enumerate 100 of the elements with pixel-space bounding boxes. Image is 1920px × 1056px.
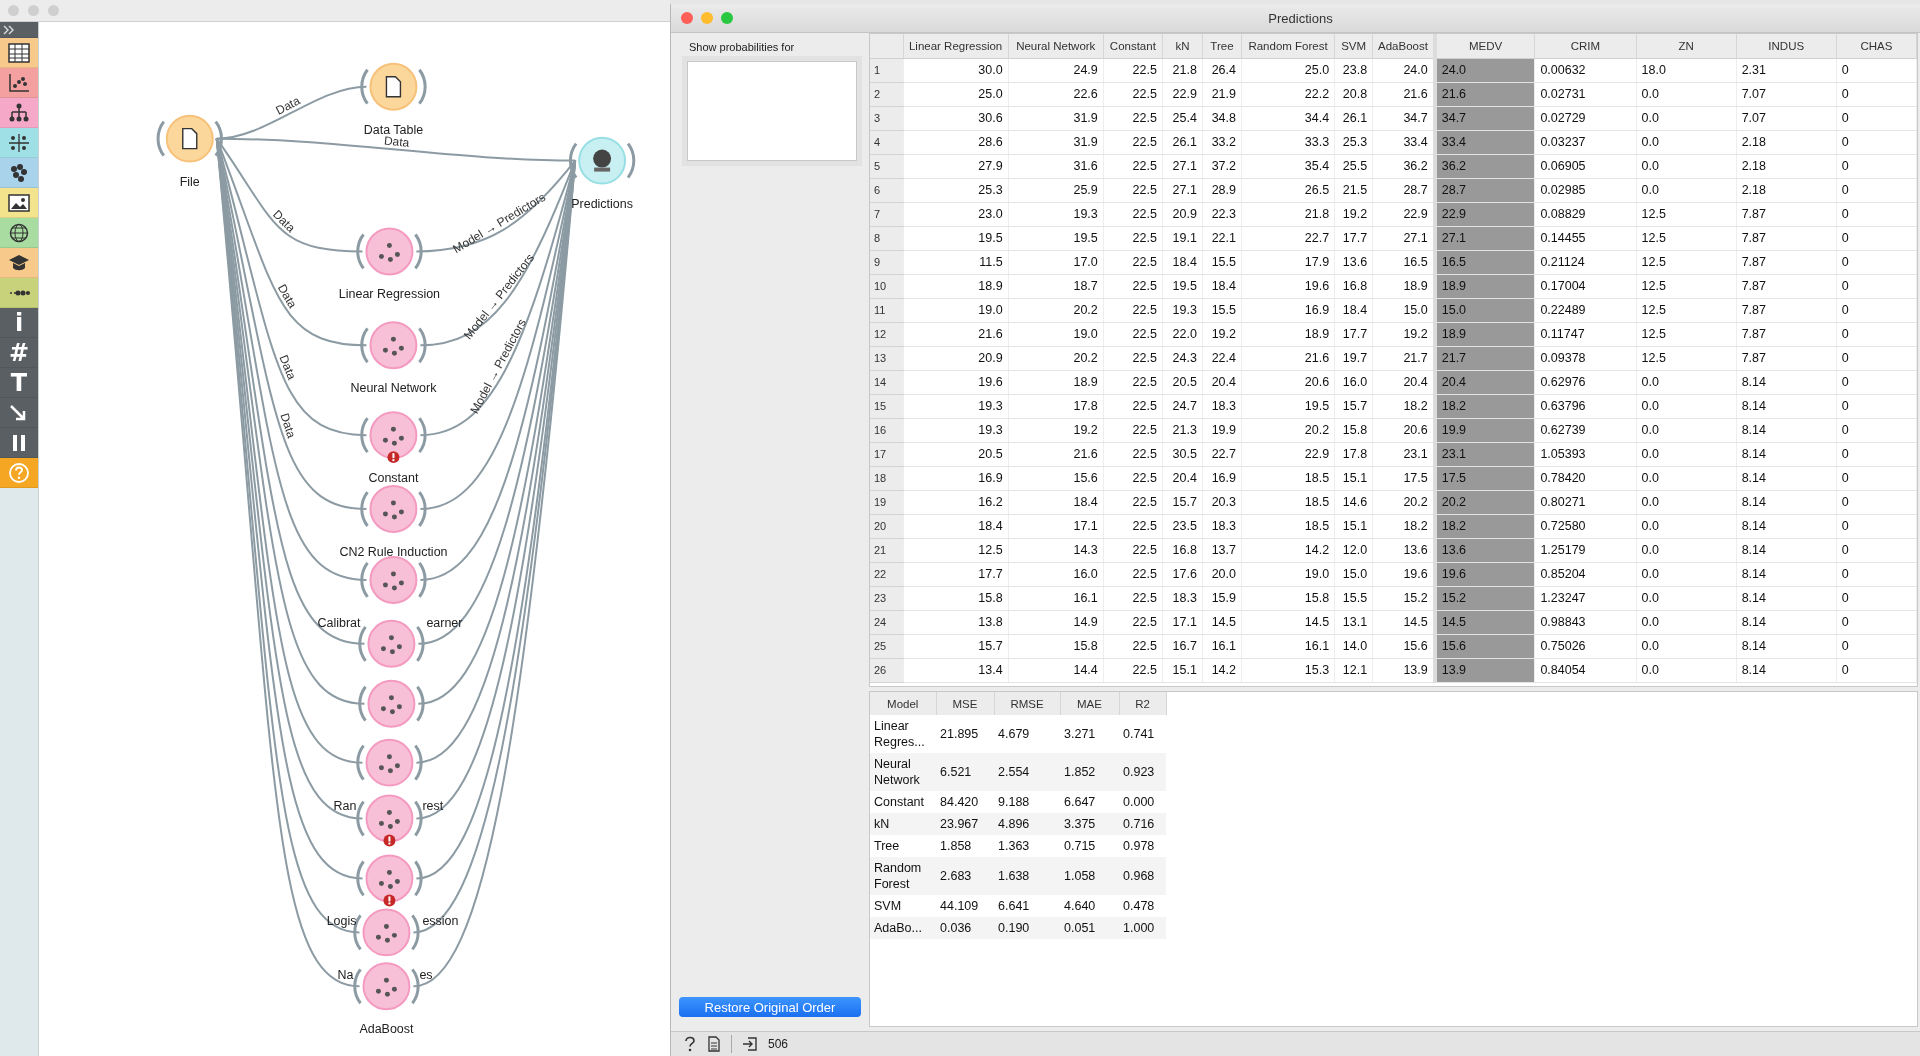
toolbar-button[interactable] xyxy=(0,128,38,158)
toolbar-button[interactable]: # xyxy=(0,338,38,368)
table-cell: 4.640 xyxy=(1060,895,1119,917)
column-header[interactable]: AdaBoost xyxy=(1372,34,1435,58)
widget-node[interactable] xyxy=(360,485,427,533)
column-header[interactable]: SVM xyxy=(1334,34,1373,58)
table-cell: 1.858 xyxy=(936,835,994,857)
column-header[interactable]: Tree xyxy=(1202,34,1242,58)
connection-line[interactable] xyxy=(215,137,364,253)
row-number: 2 xyxy=(870,82,904,106)
table-cell: 0.923 xyxy=(1119,753,1166,791)
table-cell: 0 xyxy=(1836,490,1917,514)
table-cell: 16.9 xyxy=(903,466,1009,490)
table-cell: 12.5 xyxy=(903,538,1009,562)
toolbar-button[interactable] xyxy=(0,278,38,308)
column-header[interactable]: kN xyxy=(1162,34,1203,58)
table-cell: 22.6 xyxy=(1008,82,1104,106)
table-cell: 0 xyxy=(1836,178,1917,202)
dots-icon xyxy=(378,810,400,830)
dots-icon xyxy=(375,923,397,943)
table-cell: 14.0 xyxy=(1334,634,1373,658)
column-header[interactable]: RMSE xyxy=(994,692,1060,715)
toolbar-button[interactable] xyxy=(0,248,38,278)
table-cell: 21.8 xyxy=(1241,202,1335,226)
column-header[interactable]: MSE xyxy=(936,692,994,715)
node-label: Calibrat xyxy=(317,615,361,630)
column-header[interactable]: MAE xyxy=(1060,692,1119,715)
widget-node[interactable] xyxy=(353,962,420,1011)
close-button[interactable] xyxy=(681,12,693,24)
widget-node[interactable] xyxy=(360,411,427,460)
table-cell: Random Forest xyxy=(870,857,936,895)
table-cell: 0 xyxy=(1836,226,1917,250)
table-cell: 15.6 xyxy=(1008,466,1104,490)
table-cell: 20.0 xyxy=(1202,562,1242,586)
table-cell: 15.6 xyxy=(1434,634,1535,658)
column-header[interactable]: R2 xyxy=(1119,692,1166,715)
column-header[interactable]: MEDV xyxy=(1434,34,1535,58)
document-icon[interactable] xyxy=(707,1036,721,1052)
column-header[interactable]: CHAS xyxy=(1836,34,1917,58)
table-cell: 7.87 xyxy=(1736,274,1837,298)
toolbar-button[interactable] xyxy=(0,188,38,218)
document-icon xyxy=(385,76,402,98)
table-cell: 16.9 xyxy=(1241,298,1335,322)
column-header[interactable]: Neural Network xyxy=(1008,34,1104,58)
table-cell: 0.0 xyxy=(1636,610,1737,634)
zoom-button[interactable] xyxy=(721,12,733,24)
widget-node[interactable] xyxy=(356,794,423,843)
widget-node[interactable] xyxy=(360,555,427,604)
table-cell: 34.7 xyxy=(1434,106,1535,130)
help-icon[interactable] xyxy=(683,1036,697,1052)
table-cell: 6.641 xyxy=(994,895,1060,917)
table-cell: 17.5 xyxy=(1434,466,1535,490)
widget-node[interactable] xyxy=(360,321,427,370)
table-cell: 0.051 xyxy=(1060,917,1119,939)
table-cell: 21.9 xyxy=(1202,82,1242,106)
toolbar-button[interactable] xyxy=(0,398,38,428)
table-cell: 20.2 xyxy=(1241,418,1335,442)
toolbar-button[interactable] xyxy=(0,22,38,38)
table-cell: 23.1 xyxy=(1434,442,1535,466)
table-cell: 22.5 xyxy=(1103,538,1163,562)
table-cell: 18.4 xyxy=(1202,274,1242,298)
table-cell: 23.0 xyxy=(903,202,1009,226)
toolbar-button[interactable] xyxy=(0,428,38,458)
row-number: 9 xyxy=(870,250,904,274)
table-cell: 0.716 xyxy=(1119,813,1166,835)
tree-icon xyxy=(8,102,30,123)
table-cell: 22.5 xyxy=(1103,466,1163,490)
toolbar-button[interactable]: i xyxy=(0,308,38,338)
widget-node[interactable] xyxy=(358,679,425,728)
column-header[interactable]: ZN xyxy=(1636,34,1737,58)
table-cell: 22.5 xyxy=(1103,106,1163,130)
table-cell: 19.3 xyxy=(903,418,1009,442)
widget-node[interactable] xyxy=(356,738,423,787)
toolbar-button[interactable] xyxy=(0,98,38,128)
node-label: Logis xyxy=(326,914,357,929)
table-cell: 22.7 xyxy=(1241,226,1335,250)
restore-order-button[interactable]: Restore Original Order xyxy=(679,997,861,1017)
table-cell: 0 xyxy=(1836,298,1917,322)
toolbar-button[interactable] xyxy=(0,38,38,68)
toolbar-button[interactable] xyxy=(0,218,38,248)
column-header[interactable]: Model xyxy=(870,692,936,715)
widget-node[interactable] xyxy=(356,227,423,276)
table-cell: 1.363 xyxy=(994,835,1060,857)
toolbar-button[interactable] xyxy=(0,158,38,188)
table-cell: 22.5 xyxy=(1103,490,1163,514)
table-cell: 2.554 xyxy=(994,753,1060,791)
column-header[interactable]: INDUS xyxy=(1736,34,1837,58)
column-header[interactable]: CRIM xyxy=(1534,34,1636,58)
column-header[interactable]: Constant xyxy=(1103,34,1163,58)
toolbar-button[interactable]: T xyxy=(0,368,38,398)
table-cell: 0.0 xyxy=(1636,370,1737,394)
table-cell: 0.09378 xyxy=(1534,346,1636,370)
table-cell: 20.4 xyxy=(1434,370,1535,394)
column-header[interactable]: Linear Regression xyxy=(903,34,1009,58)
node-label: earner xyxy=(426,615,463,630)
widget-node[interactable] xyxy=(356,854,423,903)
table-cell: 20.4 xyxy=(1202,370,1242,394)
image-icon xyxy=(8,192,30,213)
column-header[interactable]: Random Forest xyxy=(1241,34,1335,58)
table-cell: 28.6 xyxy=(903,130,1009,154)
